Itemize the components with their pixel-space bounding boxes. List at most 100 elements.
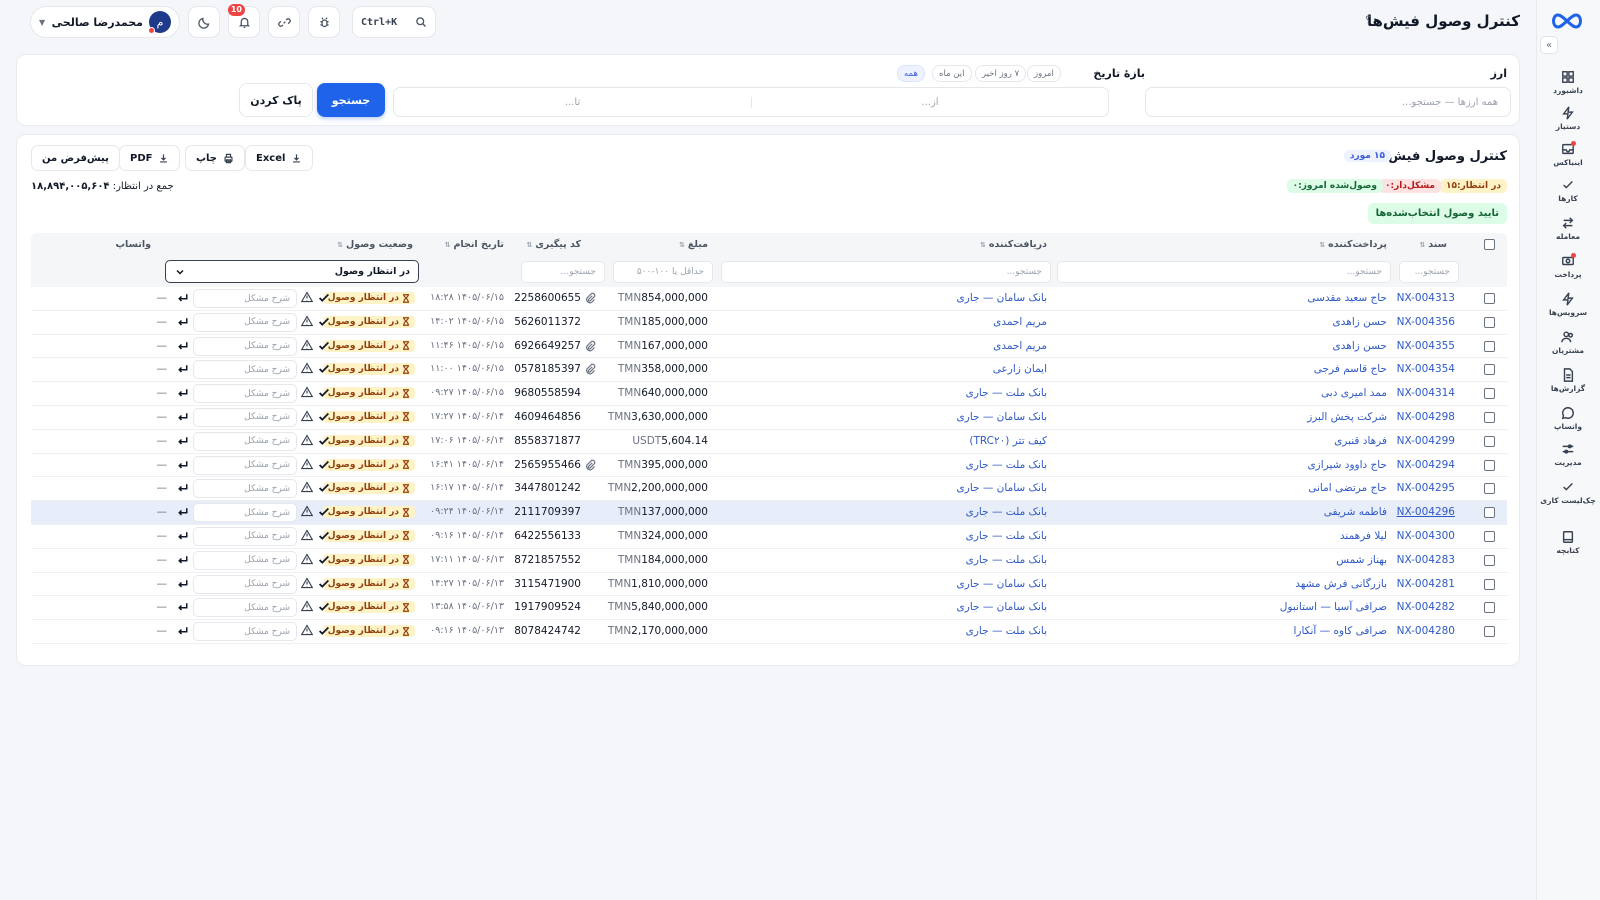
sidebar-item-7[interactable]: مشتریان [1540,324,1596,360]
clear-button[interactable]: پاک کردن [239,83,313,117]
problem-description-input[interactable]: شرح مشکل [193,360,297,380]
tracking-filter-input[interactable]: جستجو... [521,261,605,283]
payer-link[interactable]: بازرگانی فرش مشهد [1295,578,1387,590]
col-date[interactable]: تاریخ انجام⇅ [445,239,504,250]
enter-icon[interactable] [177,530,189,542]
doc-link[interactable]: NX-004294 [1397,459,1455,471]
warning-icon[interactable] [301,434,313,446]
row-checkbox[interactable] [1484,507,1495,519]
row-checkbox[interactable] [1484,364,1495,376]
warning-icon[interactable] [301,576,313,589]
enter-icon[interactable] [177,316,189,328]
enter-icon[interactable] [177,482,189,494]
sidebar-item-3[interactable]: کارها [1540,172,1596,208]
problem-description-input[interactable]: شرح مشکل [193,550,297,570]
confirm-receipt-icon[interactable] [317,434,331,448]
payer-link[interactable]: ممد امیری دبی [1321,387,1387,399]
doc-link[interactable]: NX-004356 [1397,316,1455,328]
doc-link[interactable]: NX-004283 [1397,554,1455,566]
receiver-link[interactable]: بانک سامان — جاری [957,411,1047,423]
col-doc[interactable]: سند⇅ [1419,239,1447,250]
warning-icon[interactable] [301,481,313,493]
receiver-link[interactable]: بانک ملت — جاری [966,554,1047,566]
doc-link[interactable]: NX-004355 [1397,340,1455,352]
doc-link[interactable]: NX-004300 [1397,530,1455,542]
warning-icon[interactable] [301,624,313,636]
doc-link[interactable]: NX-004296 [1397,506,1455,518]
table-row[interactable]: NX-004355 حسن زاهدی مریم احمدی TMN167,000,0… [31,335,1507,359]
confirm-receipt-icon[interactable] [317,458,331,472]
confirm-receipt-icon[interactable] [317,291,331,305]
row-checkbox[interactable] [1484,554,1495,566]
doc-link[interactable]: NX-004354 [1397,363,1455,375]
receiver-link[interactable]: بانک سامان — جاری [957,292,1047,304]
collapse-sidebar-button[interactable]: » [1540,36,1558,54]
confirm-receipt-icon[interactable] [317,577,331,591]
doc-filter-input[interactable]: جستجو... [1399,261,1459,283]
confirm-receipt-icon[interactable] [317,553,331,567]
table-row[interactable]: NX-004299 فرهاد قنبری کیف تتر (TRC۲۰) USDT5… [31,430,1507,454]
confirm-receipt-icon[interactable] [317,362,331,376]
payer-link[interactable]: حاج داوود شیرازی [1307,459,1387,471]
paperclip-icon[interactable] [584,292,596,304]
doc-link[interactable]: NX-004313 [1397,292,1455,304]
warning-icon[interactable] [301,291,313,303]
table-row[interactable]: NX-004281 بازرگانی فرش مشهد بانک سامان — ج… [31,573,1507,597]
receiver-link[interactable]: بانک سامان — جاری [957,601,1047,613]
enter-icon[interactable] [177,578,189,590]
sidebar-item-0[interactable]: داشبورد [1540,64,1596,100]
sidebar-item-8[interactable]: گزارش‌ها [1540,362,1596,398]
confirm-receipt-icon[interactable] [317,624,331,638]
confirm-receipt-icon[interactable] [317,529,331,543]
receiver-link[interactable]: بانک سامان — جاری [957,578,1047,590]
paperclip-icon[interactable] [584,340,596,352]
enter-icon[interactable] [177,387,189,399]
receiver-link[interactable]: بانک ملت — جاری [966,387,1047,399]
problem-description-input[interactable]: شرح مشکل [193,479,297,499]
default-view-button[interactable]: پیش‌فرض من [31,145,120,171]
row-checkbox[interactable] [1484,435,1495,447]
sidebar-item-6[interactable]: سرویس‌ها [1540,286,1596,322]
help-icon[interactable]: ؟ [1360,14,1376,30]
payer-link[interactable]: حسن زاهدی [1333,316,1387,328]
receiver-link[interactable]: کیف تتر (TRC۲۰) [969,435,1047,447]
enter-icon[interactable] [177,459,189,471]
export-pdf-button[interactable]: PDF [119,145,181,171]
problem-description-input[interactable]: شرح مشکل [193,407,297,427]
receiver-link[interactable]: بانک ملت — جاری [966,459,1047,471]
row-checkbox[interactable] [1484,483,1495,495]
user-menu[interactable]: م محمدرضا صالحی ▼ [30,6,180,38]
table-row[interactable]: NX-004280 صرافی کاوه — آنکارا بانک ملت — ج… [31,620,1507,644]
table-row[interactable]: NX-004300 لیلا فرهمند بانک ملت — جاری TMN32… [31,525,1507,549]
payer-link[interactable]: صرافی آسیا — استانبول [1280,601,1387,613]
sidebar-item-4[interactable]: معامله [1540,210,1596,246]
table-row[interactable]: NX-004294 حاج داوود شیرازی بانک ملت — جاری… [31,454,1507,478]
date-to-input[interactable]: تا... [394,97,751,108]
payer-link[interactable]: فرهاد قنبری [1334,435,1387,447]
date-from-input[interactable]: از... [751,96,1108,108]
col-tracking[interactable]: کد پیگیری⇅ [526,239,581,250]
receiver-link[interactable]: ایمان زارعی [993,363,1047,375]
col-status[interactable]: وضعیت وصول⇅ [337,239,413,250]
enter-icon[interactable] [177,363,189,375]
sidebar-item-9[interactable]: واتساپ [1540,400,1596,436]
notifications-button[interactable]: 10 [227,4,260,38]
range-chip-7-days[interactable]: ۷ روز اخیر [975,65,1027,82]
row-checkbox[interactable] [1484,578,1495,590]
table-row[interactable]: NX-004314 ممد امیری دبی بانک ملت — جاری TMN… [31,382,1507,406]
search-button[interactable]: جستجو [317,83,385,117]
receiver-link[interactable]: بانک ملت — جاری [966,530,1047,542]
warning-icon[interactable] [301,362,313,374]
payer-link[interactable]: حسن زاهدی [1333,340,1387,352]
paperclip-icon[interactable] [584,459,596,471]
table-row[interactable]: NX-004283 بهناز شمس بانک ملت — جاری TMN184,… [31,549,1507,573]
col-payer[interactable]: پرداخت‌کننده⇅ [1319,239,1387,250]
range-chip-all[interactable]: همه [897,65,925,82]
confirm-receipt-icon[interactable] [317,505,331,519]
row-checkbox[interactable] [1484,530,1495,542]
confirm-receipt-icon[interactable] [317,600,331,614]
warning-icon[interactable] [301,553,313,565]
problem-description-input[interactable]: شرح مشکل [193,431,297,451]
problem-description-input[interactable]: شرح مشکل [193,289,297,308]
receiver-link[interactable]: مریم احمدی [993,340,1047,352]
